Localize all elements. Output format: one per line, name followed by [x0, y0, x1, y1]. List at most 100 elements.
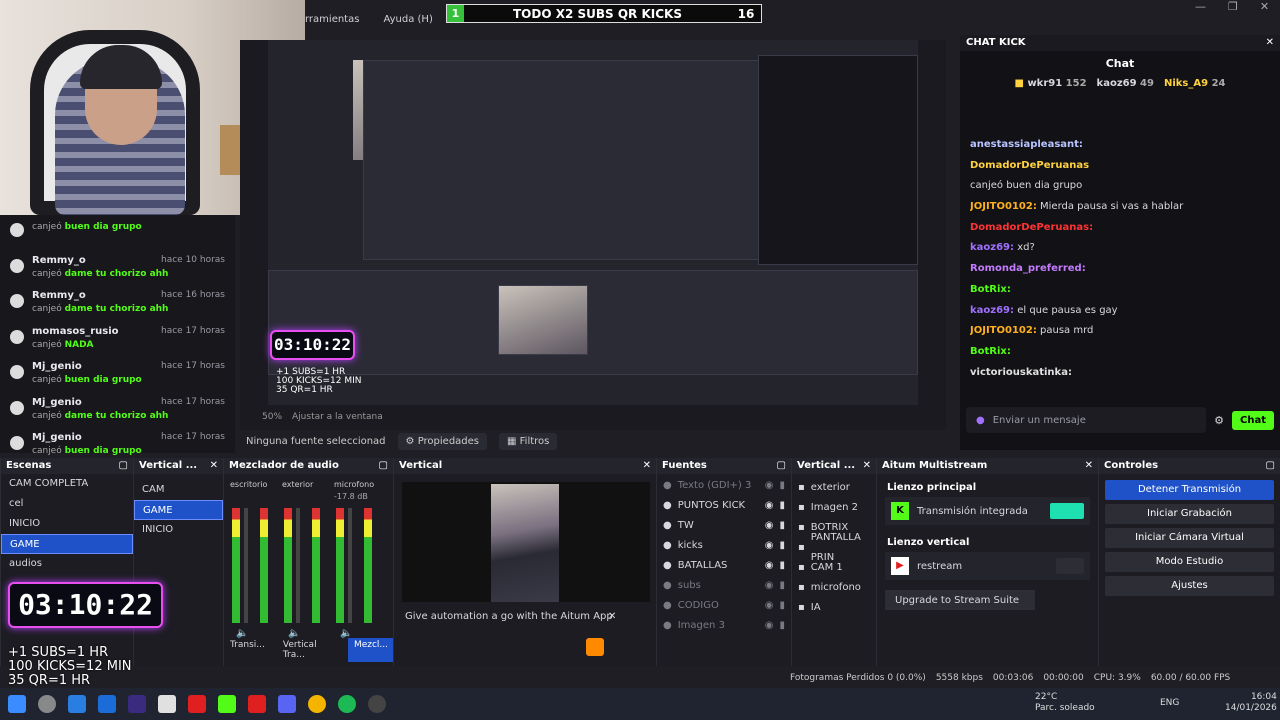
menu-help[interactable]: Ayuda (H)	[383, 14, 432, 32]
source-item[interactable]: ● Imagen 3 ◉ ▮	[657, 616, 791, 636]
edge-icon[interactable]	[68, 695, 86, 713]
eye-off-icon[interactable]: ◉	[765, 616, 774, 636]
clock[interactable]: 16:04 14/01/2026	[1225, 692, 1277, 714]
gear-icon[interactable]: ⚙	[1214, 414, 1224, 427]
tab-mixer[interactable]: Mezcl...	[347, 638, 394, 662]
chat-username[interactable]: DomadorDePeruanas:	[970, 222, 1093, 233]
vertical-source-item[interactable]: ▪ PANTALLA PRIN	[792, 532, 876, 563]
properties-button[interactable]: ⚙ Propiedades	[397, 432, 488, 450]
eye-icon[interactable]: ◉	[765, 556, 774, 576]
chat-username[interactable]: kaoz69:	[970, 305, 1014, 316]
eye-off-icon[interactable]: ◉	[765, 576, 774, 596]
kick-app-icon[interactable]	[218, 695, 236, 713]
language[interactable]: ENG	[1160, 698, 1179, 708]
close-icon[interactable]: ✕	[1260, 0, 1269, 13]
control-button[interactable]: Detener Transmisión	[1105, 480, 1274, 500]
eye-icon[interactable]: ◉	[765, 536, 774, 556]
chat-username[interactable]: victoriouskatinka:	[970, 367, 1072, 378]
main-preview[interactable]: 03:10:22 +1 SUBS=1 HR 100 KICKS=12 MIN 3…	[240, 40, 946, 430]
eye-off-icon[interactable]: ◉	[765, 596, 774, 616]
dock-float-icon[interactable]: ▢	[777, 460, 786, 472]
premiere-icon[interactable]	[128, 695, 146, 713]
control-button[interactable]: Iniciar Grabación	[1105, 504, 1274, 524]
start-icon[interactable]	[8, 695, 26, 713]
source-item[interactable]: ● Texto (GDI+) 3 ◉ ▮	[657, 476, 791, 496]
dock-float-icon[interactable]: ▢	[1266, 460, 1275, 472]
source-item[interactable]: ● kicks ◉ ▮	[657, 536, 791, 556]
menu-tools[interactable]: rramientas	[305, 14, 359, 32]
vertical-source-item[interactable]: ▪ IA	[792, 598, 876, 618]
chat-username[interactable]: kaoz69:	[970, 242, 1014, 253]
main-output-toggle[interactable]	[1050, 503, 1084, 519]
zoom-level[interactable]: 50%	[262, 412, 282, 422]
control-button[interactable]: Iniciar Cámara Virtual	[1105, 528, 1274, 548]
minimize-icon[interactable]: —	[1195, 0, 1206, 13]
upgrade-button[interactable]: Upgrade to Stream Suite	[885, 590, 1035, 610]
files-icon[interactable]	[158, 695, 176, 713]
vertical-scene-item[interactable]: INICIO	[134, 520, 223, 540]
chat-username[interactable]: BotRix:	[970, 284, 1011, 295]
vertical-source-item[interactable]: ▪ CAM 1	[792, 558, 876, 578]
source-item[interactable]: ● subs ◉ ▮	[657, 576, 791, 596]
lock-icon[interactable]: ▮	[779, 556, 785, 576]
lock-icon[interactable]: ▮	[779, 516, 785, 536]
chat-input[interactable]: ● Enviar un mensaje	[966, 407, 1207, 433]
dock-close-icon[interactable]: ✕	[863, 460, 871, 472]
dock-close-icon[interactable]: ✕	[1266, 37, 1274, 49]
eye-icon[interactable]: ◉	[765, 496, 774, 516]
volume-slider[interactable]	[296, 508, 300, 623]
scene-item[interactable]: cel	[1, 494, 133, 514]
control-button[interactable]: Modo Estudio	[1105, 552, 1274, 572]
dock-close-icon[interactable]: ✕	[210, 460, 218, 472]
discord-icon[interactable]	[278, 695, 296, 713]
source-item[interactable]: ● CODIGO ◉ ▮	[657, 596, 791, 616]
dock-float-icon[interactable]: ▢	[119, 460, 128, 472]
lock-icon[interactable]: ▮	[779, 596, 785, 616]
chat-username[interactable]: anestassiapleasant:	[970, 139, 1083, 150]
mic-icon[interactable]: ●	[976, 415, 985, 426]
scene-item[interactable]: audios	[1, 554, 133, 574]
dock-close-icon[interactable]: ✕	[643, 460, 651, 472]
chat-username[interactable]: JOJITO0102:	[970, 325, 1037, 336]
chat-username[interactable]: BotRix:	[970, 346, 1011, 357]
dock-close-icon[interactable]: ✕	[1085, 460, 1093, 472]
source-item[interactable]: ● TW ◉ ▮	[657, 516, 791, 536]
maximize-icon[interactable]: ❐	[1228, 0, 1238, 13]
lock-icon[interactable]: ▮	[779, 536, 785, 556]
dock-float-icon[interactable]: ▢	[379, 460, 388, 472]
chrome-icon[interactable]	[308, 695, 326, 713]
weather[interactable]: 22°C Parc. soleado	[1035, 692, 1095, 714]
chat-username[interactable]: Romonda_preferred:	[970, 263, 1086, 274]
spotify-icon[interactable]	[338, 695, 356, 713]
volume-slider[interactable]	[244, 508, 248, 623]
zoom-fit[interactable]: Ajustar a la ventana	[292, 412, 383, 422]
vertical-scene-item[interactable]: CAM	[134, 480, 223, 500]
eye-off-icon[interactable]: ◉	[765, 476, 774, 496]
lock-icon[interactable]: ▮	[779, 476, 785, 496]
scene-item[interactable]: CAM COMPLETA	[1, 474, 133, 494]
obs-icon[interactable]	[368, 695, 386, 713]
vertical-source-item[interactable]: ▪ Imagen 2	[792, 498, 876, 518]
tab-transitions[interactable]: Transi...	[224, 638, 271, 662]
lock-icon[interactable]: ▮	[779, 576, 785, 596]
scene-item[interactable]: INICIO	[1, 514, 133, 534]
photoshop-icon[interactable]	[98, 695, 116, 713]
tab-vertical-transitions[interactable]: Vertical Tra...	[277, 638, 342, 662]
source-item[interactable]: ● PUNTOS KICK ◉ ▮	[657, 496, 791, 516]
vertical-scene-item[interactable]: GAME	[134, 500, 223, 520]
settings-icon[interactable]	[586, 638, 604, 656]
close-icon[interactable]: ✕	[608, 611, 616, 622]
capcut-icon[interactable]	[188, 695, 206, 713]
vertical-output-toggle[interactable]	[1056, 558, 1084, 574]
lock-icon[interactable]: ▮	[779, 616, 785, 636]
volume-slider[interactable]	[348, 508, 352, 623]
filters-button[interactable]: ▦ Filtros	[499, 432, 558, 450]
chat-username[interactable]: JOJITO0102:	[970, 201, 1037, 212]
search-icon[interactable]	[38, 695, 56, 713]
source-item[interactable]: ● BATALLAS ◉ ▮	[657, 556, 791, 576]
control-button[interactable]: Ajustes	[1105, 576, 1274, 596]
scene-item[interactable]: GAME	[1, 534, 133, 554]
eye-icon[interactable]: ◉	[765, 516, 774, 536]
brave-icon[interactable]	[248, 695, 266, 713]
vertical-source-item[interactable]: ▪ exterior	[792, 478, 876, 498]
